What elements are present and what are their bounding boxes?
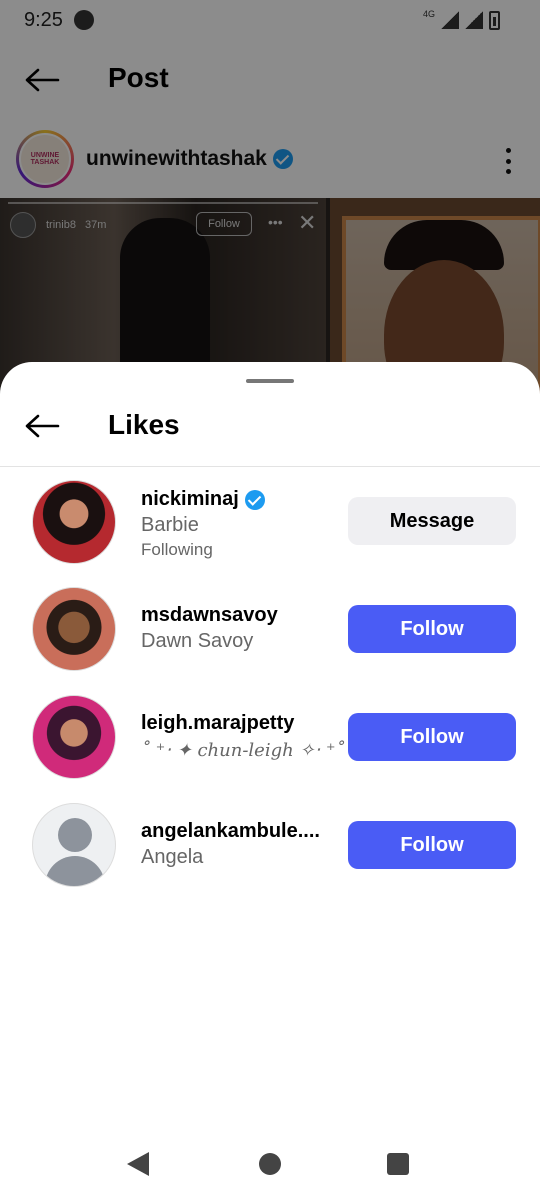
- username: angelankambule....: [141, 820, 320, 842]
- divider: [0, 466, 540, 467]
- full-name: Barbie: [141, 514, 199, 536]
- nav-back-icon[interactable]: [127, 1152, 149, 1176]
- list-item[interactable]: nickiminaj Barbie Following Message: [0, 478, 540, 578]
- sheet-title: Likes: [108, 409, 180, 440]
- nav-recent-icon[interactable]: [387, 1153, 409, 1175]
- list-item[interactable]: leigh.marajpetty ˚ ⁺‧ ✦ chun-leigh ✧‧ ⁺˚…: [0, 694, 540, 794]
- avatar[interactable]: [32, 695, 116, 779]
- nav-home-icon[interactable]: [259, 1153, 281, 1175]
- message-button[interactable]: Message: [348, 497, 516, 545]
- avatar[interactable]: [32, 803, 116, 887]
- following-status: Following: [141, 540, 213, 559]
- default-avatar-head: [58, 818, 92, 852]
- username: leigh.marajpetty: [141, 712, 295, 734]
- follow-button[interactable]: Follow: [348, 713, 516, 761]
- follow-button[interactable]: Follow: [348, 821, 516, 869]
- back-arrow-icon[interactable]: [24, 414, 60, 438]
- username-text: nickiminaj: [141, 488, 239, 510]
- verified-icon: [244, 489, 265, 510]
- follow-button[interactable]: Follow: [348, 605, 516, 653]
- full-name: Angela: [141, 846, 204, 868]
- list-item[interactable]: msdawnsavoy Dawn Savoy Follow: [0, 586, 540, 686]
- default-avatar-body: [45, 856, 105, 886]
- full-name: ˚ ⁺‧ ✦ chun-leigh ✧‧ ⁺˚: [141, 740, 345, 761]
- likes-sheet: Likes nickiminaj Barbie Following Messag…: [0, 362, 540, 1200]
- avatar[interactable]: [32, 480, 116, 564]
- drag-handle[interactable]: [246, 379, 294, 383]
- username: msdawnsavoy: [141, 604, 278, 626]
- full-name: Dawn Savoy: [141, 630, 254, 652]
- avatar[interactable]: [32, 587, 116, 671]
- system-nav-bar: [0, 1130, 540, 1200]
- username: nickiminaj: [141, 488, 265, 511]
- list-item[interactable]: angelankambule.... Angela Follow: [0, 802, 540, 902]
